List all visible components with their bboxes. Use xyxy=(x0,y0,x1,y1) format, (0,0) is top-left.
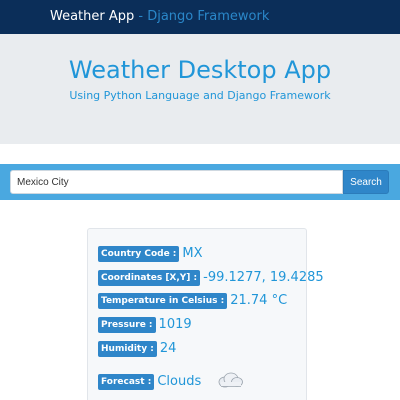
city-search-input[interactable] xyxy=(10,170,343,194)
header-banner: Weather Desktop App Using Python Languag… xyxy=(0,34,400,144)
navbar: Weather App - Django Framework xyxy=(0,0,400,34)
pressure-row: Pressure :1019 xyxy=(98,314,192,333)
humidity-label: Humidity : xyxy=(98,340,157,357)
humidity-row: Humidity :24 xyxy=(98,338,177,357)
page-subtitle: Using Python Language and Django Framewo… xyxy=(69,89,331,102)
coordinates-row: Coordinates [X,Y] : -99.1277, 19.4285 xyxy=(98,267,324,286)
pressure-value: 1019 xyxy=(158,316,192,332)
forecast-value: Clouds xyxy=(157,373,202,389)
navbar-brand[interactable]: Weather App - Django Framework xyxy=(50,9,269,24)
pressure-label: Pressure : xyxy=(98,316,156,333)
humidity-value: 24 xyxy=(159,340,177,356)
forecast-label: Forecast : xyxy=(98,373,155,390)
brand-title: Weather App xyxy=(50,9,135,24)
search-button[interactable]: Search xyxy=(343,170,389,194)
search-bar: Search xyxy=(0,164,400,200)
coordinates-label: Coordinates [X,Y] : xyxy=(98,269,201,286)
weather-result-card: Country Code : MX Coordinates [X,Y] : -99.… xyxy=(87,228,324,400)
page-title: Weather Desktop App xyxy=(68,56,332,84)
country-code-label: Country Code : xyxy=(98,245,180,262)
temperature-value: 21.74 °C xyxy=(230,292,288,308)
country-row: Country Code : MX xyxy=(98,243,203,262)
cloud-icon xyxy=(216,372,244,392)
temperature-label: Temperature in Celsius : xyxy=(98,292,228,309)
country-code-value: MX xyxy=(182,245,203,261)
forecast-row: Forecast : Clouds xyxy=(98,371,244,390)
coordinates-value: -99.1277, 19.4285 xyxy=(203,269,324,285)
brand-subtitle: - Django Framework xyxy=(134,9,270,24)
temperature-row: Temperature in Celsius :21.74 °C xyxy=(98,290,288,309)
